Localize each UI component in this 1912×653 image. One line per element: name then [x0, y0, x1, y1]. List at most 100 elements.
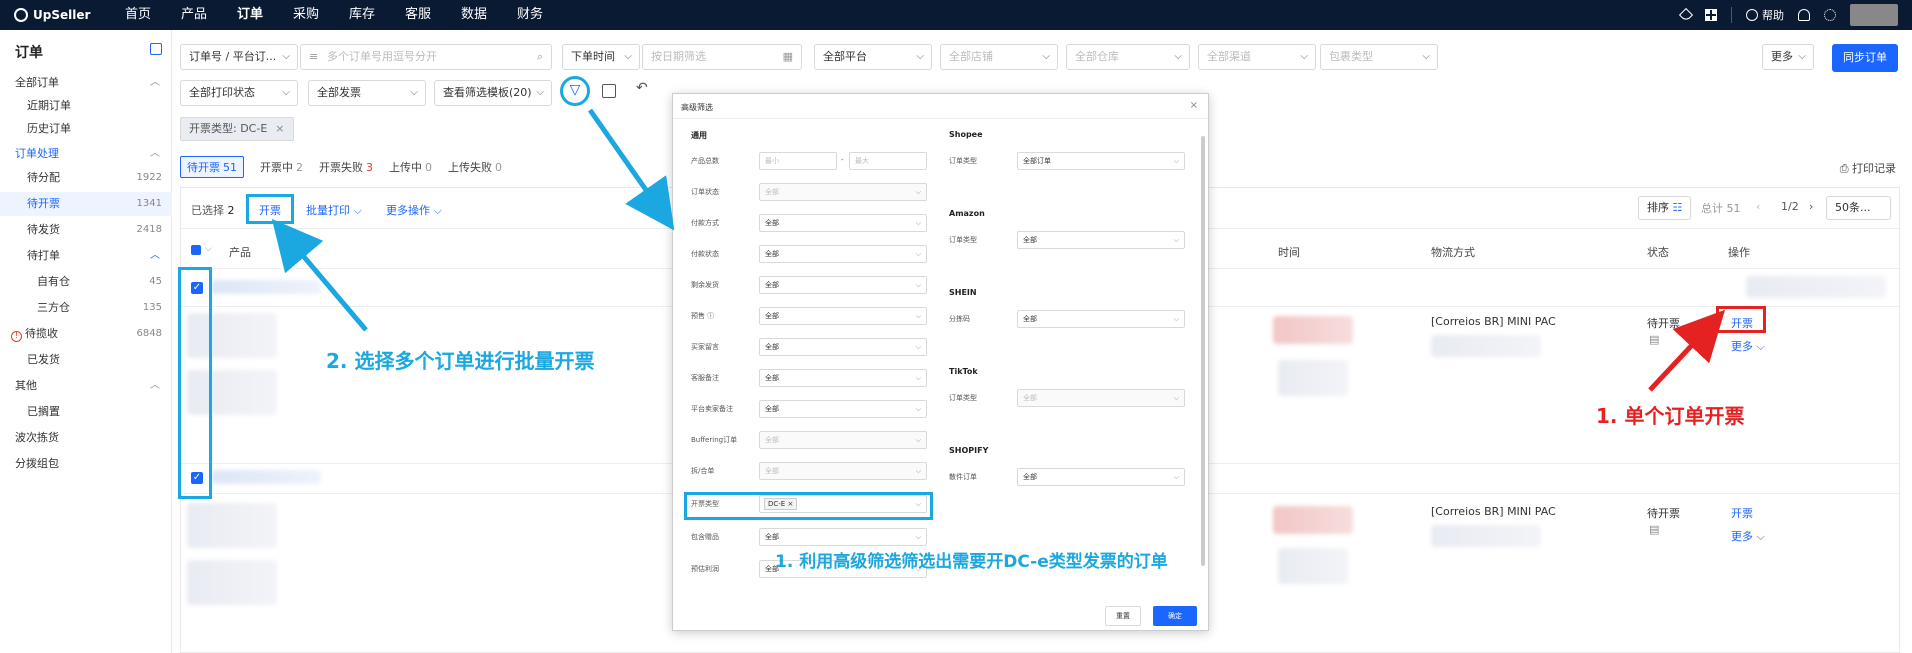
apps-grid-icon[interactable] [1705, 9, 1717, 21]
sidebar-item-packaging[interactable]: 分拨组包 [0, 452, 172, 476]
bell-icon[interactable] [1798, 9, 1810, 21]
sidebar-item-shipped[interactable]: 已发货 [0, 348, 172, 372]
batch-print-button[interactable]: 批量打印 ⌵ [306, 202, 362, 218]
tab-upload-failed[interactable]: 上传失败 0 [448, 159, 502, 175]
close-icon[interactable]: × [1190, 100, 1198, 111]
document-icon[interactable]: ▤ [1649, 523, 1659, 536]
order-search-input[interactable]: ≡ 多个订单号用逗号分开 ⌕ [300, 44, 552, 70]
package-type-select[interactable]: 包裹类型 ⌵ [1320, 44, 1438, 70]
product-count-min-input[interactable]: 最小 [759, 152, 837, 170]
sidebar-item-to-ship[interactable]: 待发货 2418 [0, 218, 172, 242]
nav-orders[interactable]: 订单 [222, 0, 278, 30]
sidebar-item-all-orders[interactable]: 全部订单 ︿ [0, 71, 172, 95]
row-checkbox[interactable]: ✓ [191, 472, 203, 484]
seller-note-select[interactable]: 全部 ⌵ [759, 400, 927, 418]
nav-home[interactable]: 首页 [110, 0, 166, 30]
print-status-select[interactable]: 全部打印状态 ⌵ [180, 80, 298, 106]
row-more-button[interactable]: 更多 ⌵ [1731, 528, 1765, 544]
prev-page-icon[interactable]: ‹ [1756, 200, 1760, 213]
sidebar-item-to-pickup[interactable]: ! 待揽收 6848 [0, 322, 172, 346]
amazon-order-type-select[interactable]: 全部 ⌵ [1017, 231, 1185, 249]
platform-select[interactable]: 全部平台 ⌵ [814, 44, 932, 70]
nav-purchase[interactable]: 采购 [278, 0, 334, 30]
time-type-select[interactable]: 下单时间 ⌵ [562, 44, 640, 70]
page-size-select[interactable]: 50条... [1826, 196, 1891, 220]
payment-status-select[interactable]: 全部 ⌵ [759, 245, 927, 263]
split-merge-select[interactable]: 全部 ⌵ [759, 462, 927, 480]
shopee-order-type-select[interactable]: 全部订单 ⌵ [1017, 152, 1185, 170]
chevron-down-icon[interactable]: ⌵ [205, 244, 212, 254]
sidebar-item-on-hold[interactable]: 已搁置 [0, 400, 172, 424]
row-checkbox[interactable]: ✓ [191, 282, 203, 294]
close-icon[interactable]: × [787, 500, 793, 508]
brand-logo[interactable]: UpSeller [14, 8, 110, 22]
buyer-message-select[interactable]: 全部 ⌵ [759, 338, 927, 356]
sync-orders-button[interactable]: 同步订单 [1832, 44, 1898, 72]
sidebar-item-3pl-warehouse[interactable]: 三方仓 135 [0, 296, 172, 320]
sidebar-item-to-invoice[interactable]: 待开票 1341 [0, 192, 172, 216]
reset-button[interactable]: 重置 [1105, 606, 1141, 626]
confirm-button[interactable]: 确定 [1153, 606, 1197, 626]
more-operations-button[interactable]: 更多操作 ⌵ [386, 202, 442, 218]
tab-invoicing[interactable]: 开票中 2 [260, 159, 303, 175]
sidebar-item-to-assign[interactable]: 待分配 1922 [0, 166, 172, 190]
sidebar-item-history-orders[interactable]: 历史订单 [0, 117, 172, 141]
more-filters-button[interactable]: 更多 ⌵ [1762, 44, 1814, 70]
nav-data[interactable]: 数据 [446, 0, 502, 30]
bulk-invoice-button[interactable]: 开票 [259, 202, 281, 218]
nav-customer-service[interactable]: 客服 [390, 0, 446, 30]
shein-sort-code-select[interactable]: 全部 ⌵ [1017, 310, 1185, 328]
row-invoice-button[interactable]: 开票 [1731, 315, 1753, 331]
next-page-icon[interactable]: › [1809, 200, 1813, 213]
sort-button[interactable]: 排序 ☷ [1638, 196, 1692, 220]
document-icon[interactable]: ▤ [1649, 333, 1659, 346]
active-filter-tag[interactable]: 开票类型: DC-E × [180, 117, 294, 141]
advanced-filter-icon[interactable]: ▽ [560, 76, 590, 106]
sidebar-item-order-processing[interactable]: 订单处理 ︿ [0, 142, 172, 166]
sidebar-item-recent-orders[interactable]: 近期订单 [0, 94, 172, 118]
print-record-link[interactable]: ⎙ 打印记录 [1840, 160, 1896, 176]
nav-finance[interactable]: 财务 [502, 0, 558, 30]
close-icon[interactable]: × [275, 122, 284, 135]
tiktok-order-type-select[interactable]: 全部 ⌵ [1017, 389, 1185, 407]
sidebar-item-wave-picking[interactable]: 波次拣货 [0, 426, 172, 450]
tab-invoice-failed[interactable]: 开票失败 3 [319, 159, 373, 175]
gear-icon[interactable] [1824, 9, 1836, 21]
tab-uploading[interactable]: 上传中 0 [389, 159, 432, 175]
reset-icon[interactable]: ↶ [636, 80, 648, 96]
help-link[interactable]: 帮助 [1746, 7, 1784, 23]
nav-products[interactable]: 产品 [166, 0, 222, 30]
info-icon[interactable]: ⓘ [707, 312, 714, 320]
invoice-select[interactable]: 全部发票 ⌵ [308, 80, 426, 106]
sidebar-item-other[interactable]: 其他 ︿ [0, 374, 172, 398]
product-count-max-input[interactable]: 最大 [849, 152, 927, 170]
channel-select[interactable]: 全部渠道 ⌵ [1198, 44, 1316, 70]
payment-method-select[interactable]: 全部 ⌵ [759, 214, 927, 232]
row-invoice-button[interactable]: 开票 [1731, 505, 1753, 521]
date-filter-input[interactable]: 按日期筛选 ▦ [642, 44, 802, 70]
order-status-select[interactable]: 全部 ⌵ [759, 183, 927, 201]
sidebar-collapse-icon[interactable] [150, 43, 162, 55]
presale-select[interactable]: 全部 ⌵ [759, 307, 927, 325]
filter-template-select[interactable]: 查看筛选模板(20) ⌵ [434, 80, 552, 106]
select-all-checkbox[interactable] [191, 245, 201, 255]
sidebar-item-to-print[interactable]: 待打单 ︿ [0, 244, 172, 268]
modal-scrollbar[interactable] [1201, 136, 1205, 566]
nav-inventory[interactable]: 库存 [334, 0, 390, 30]
remaining-ship-select[interactable]: 全部 ⌵ [759, 276, 927, 294]
save-icon[interactable] [602, 84, 616, 98]
tools-icon[interactable] [1678, 7, 1694, 23]
invoice-type-select[interactable]: DC-E × ⌵ [759, 495, 927, 513]
gift-included-select[interactable]: 全部 ⌵ [759, 528, 927, 546]
search-icon[interactable]: ⌕ [537, 45, 543, 69]
sidebar-item-own-warehouse[interactable]: 自有仓 45 [0, 270, 172, 294]
cs-note-select[interactable]: 全部 ⌵ [759, 369, 927, 387]
shopify-loose-order-select[interactable]: 全部 ⌵ [1017, 468, 1185, 486]
store-select[interactable]: 全部店铺 ⌵ [940, 44, 1058, 70]
order-no-type-select[interactable]: 订单号 / 平台订... ⌵ [180, 44, 298, 70]
avatar[interactable] [1850, 4, 1898, 26]
buffering-order-select[interactable]: 全部 ⌵ [759, 431, 927, 449]
row-more-button[interactable]: 更多 ⌵ [1731, 338, 1765, 354]
tab-to-invoice[interactable]: 待开票 51 [180, 156, 244, 178]
warehouse-select[interactable]: 全部仓库 ⌵ [1066, 44, 1190, 70]
